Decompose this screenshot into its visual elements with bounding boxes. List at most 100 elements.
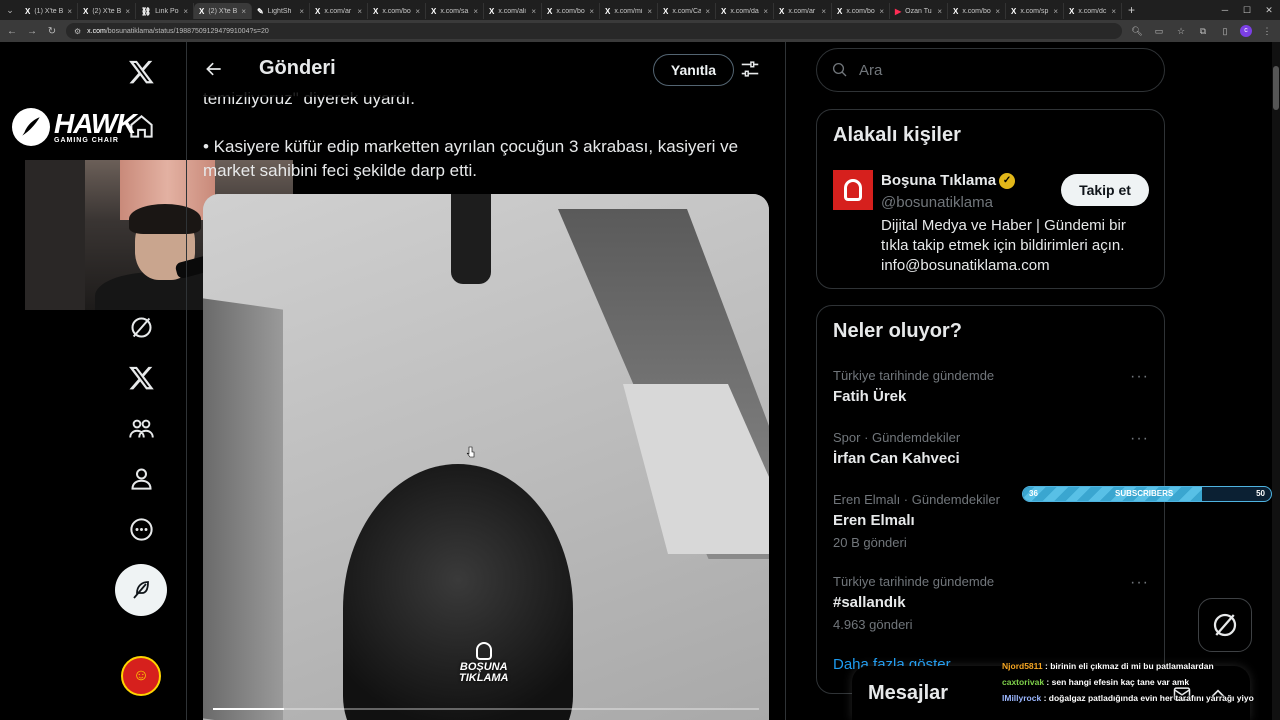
- post-text-line-3: market sahibini feci şekilde darp etti.: [203, 161, 478, 180]
- tab-close-icon[interactable]: ×: [531, 7, 536, 16]
- filter-sliders-icon[interactable]: [739, 58, 763, 82]
- more-icon[interactable]: [116, 504, 166, 554]
- close-window-icon[interactable]: ✕: [1258, 0, 1280, 20]
- post-video[interactable]: BOŞUNA TIKLAMA: [203, 194, 769, 720]
- back-nav-icon[interactable]: ←: [6, 26, 18, 37]
- tab-close-icon[interactable]: ×: [647, 7, 652, 16]
- tab-title: x.com/sa: [440, 7, 469, 15]
- browser-tab[interactable]: Xx.com/ar ×: [774, 3, 832, 19]
- x-icon: X: [547, 6, 553, 16]
- url-field[interactable]: ⚙ x.com/bosunatiklama/status/19887509129…: [66, 23, 1122, 39]
- minimize-icon[interactable]: ─: [1214, 0, 1236, 20]
- trends-title: Neler oluyor?: [833, 320, 962, 342]
- communities-icon[interactable]: [116, 403, 166, 453]
- x-logo-icon[interactable]: [116, 46, 166, 96]
- browser-tab[interactable]: Xx.com/bo ×: [368, 3, 426, 19]
- link-icon: ⛓: [141, 6, 152, 16]
- browser-tab[interactable]: Xx.com/sa ×: [426, 3, 484, 19]
- browser-tab[interactable]: Xx.com/bo ×: [542, 3, 600, 19]
- grok-floating-button[interactable]: [1198, 598, 1252, 652]
- zoom-icon[interactable]: 🔍︎: [1130, 26, 1144, 37]
- site-info-icon[interactable]: ⚙: [74, 27, 81, 36]
- forward-nav-icon[interactable]: →: [26, 26, 38, 37]
- trend-item[interactable]: Türkiye tarihinde gündemde #sallandık 4.96…: [833, 574, 1149, 632]
- browser-tab[interactable]: X (2) X'te B ×: [78, 3, 136, 19]
- tab-close-icon[interactable]: ×: [705, 7, 710, 16]
- trend-more-icon[interactable]: ···: [1130, 430, 1149, 448]
- scrollbar-thumb[interactable]: [1273, 66, 1279, 110]
- subscriber-goal: 50: [1256, 489, 1265, 498]
- related-avatar[interactable]: [833, 170, 873, 210]
- new-tab-icon[interactable]: +: [1122, 3, 1141, 17]
- tab-close-icon[interactable]: ×: [937, 7, 942, 16]
- trend-more-icon[interactable]: ···: [1130, 574, 1149, 592]
- tab-close-icon[interactable]: ×: [1053, 7, 1058, 16]
- browser-tab[interactable]: X (1) X'te B ×: [20, 3, 78, 19]
- video-progress-bar[interactable]: [213, 708, 759, 710]
- tab-close-icon[interactable]: ×: [125, 7, 130, 16]
- post-button[interactable]: [115, 564, 167, 616]
- tab-close-icon[interactable]: ×: [879, 7, 884, 16]
- maximize-icon[interactable]: ☐: [1236, 0, 1258, 20]
- chat-text: birinin eli çıkmaz di mi bu patlamalarda…: [1050, 661, 1214, 671]
- browser-tab[interactable]: Xx.com/mi ×: [600, 3, 658, 19]
- related-title: Alakalı kişiler: [833, 124, 961, 146]
- bookmark-star-icon[interactable]: ☆: [1174, 26, 1188, 37]
- browser-tab[interactable]: Xx.com/sp ×: [1006, 3, 1064, 19]
- browser-tab[interactable]: Xx.com/ali ×: [484, 3, 542, 19]
- tab-close-icon[interactable]: ×: [589, 7, 594, 16]
- extensions-icon[interactable]: ⧉: [1196, 26, 1210, 37]
- screen-cast-icon[interactable]: ▭: [1152, 26, 1166, 37]
- tab-title: (2) X'te B: [208, 7, 238, 15]
- tab-close-icon[interactable]: ×: [183, 7, 188, 16]
- browser-tab[interactable]: Xx.com/bo ×: [948, 3, 1006, 19]
- x-icon: X: [663, 6, 669, 16]
- tab-title: x.com/da: [730, 7, 759, 15]
- tab-close-icon[interactable]: ×: [821, 7, 826, 16]
- tab-close-icon[interactable]: ×: [299, 7, 304, 16]
- tab-search-icon[interactable]: ⌄: [0, 0, 20, 20]
- reload-icon[interactable]: ↻: [46, 26, 58, 37]
- chat-message: Njord5811 : birinin eli çıkmaz di mi bu …: [1002, 661, 1214, 671]
- tab-close-icon[interactable]: ×: [1111, 7, 1116, 16]
- trend-name: #sallandık: [833, 594, 906, 611]
- back-arrow-icon[interactable]: [201, 56, 227, 82]
- tab-close-icon[interactable]: ×: [995, 7, 1000, 16]
- reply-button[interactable]: Yanıtla: [653, 54, 734, 86]
- tab-close-icon[interactable]: ×: [357, 7, 362, 16]
- tab-close-icon[interactable]: ×: [473, 7, 478, 16]
- trend-item[interactable]: Spor · Gündemdekiler İrfan Can Kahveci ···: [833, 430, 1149, 467]
- premium-x-icon[interactable]: [116, 352, 166, 402]
- trend-item[interactable]: Türkiye tarihinde gündemde Fatih Ürek ···: [833, 368, 1149, 405]
- trend-more-icon[interactable]: ···: [1130, 368, 1149, 386]
- tab-close-icon[interactable]: ×: [763, 7, 768, 16]
- profile-icon[interactable]: [116, 453, 166, 503]
- account-avatar[interactable]: ☺: [121, 656, 161, 696]
- browser-tab[interactable]: X (2) X'te B ×: [194, 3, 252, 19]
- page-scrollbar[interactable]: [1272, 42, 1280, 720]
- tab-close-icon[interactable]: ×: [67, 7, 72, 16]
- follow-button[interactable]: Takip et: [1061, 174, 1149, 206]
- related-name-row[interactable]: Boşuna Tıklama ✓: [881, 172, 1016, 189]
- tab-close-icon[interactable]: ×: [241, 7, 246, 16]
- tab-title: x.com/Ca: [672, 7, 702, 15]
- browser-tab[interactable]: Xx.com/da ×: [716, 3, 774, 19]
- tab-title: x.com/bo: [846, 7, 875, 15]
- verified-badge-icon: ✓: [999, 172, 1016, 189]
- browser-tab[interactable]: Xx.com/dc ×: [1064, 3, 1122, 19]
- browser-tab[interactable]: ▶ Ozan Tu ×: [890, 3, 948, 19]
- browser-tab[interactable]: ⛓Link Polis ×: [136, 3, 194, 19]
- browser-tab[interactable]: Xx.com/ar ×: [310, 3, 368, 19]
- tab-close-icon[interactable]: ×: [415, 7, 420, 16]
- related-handle[interactable]: @bosunatiklama: [881, 194, 993, 211]
- x-icon: X: [431, 6, 437, 16]
- search-input[interactable]: Ara: [816, 48, 1165, 92]
- browser-tab[interactable]: Xx.com/bo ×: [832, 3, 890, 19]
- profile-extension-icon[interactable]: c: [1240, 25, 1252, 37]
- browser-menu-icon[interactable]: ⋮: [1260, 26, 1274, 37]
- browser-tab[interactable]: Xx.com/Ca ×: [658, 3, 716, 19]
- related-name: Boşuna Tıklama: [881, 172, 997, 189]
- sidebar-icon[interactable]: ▯: [1218, 26, 1232, 37]
- browser-tab[interactable]: ✎ LightSh ×: [252, 3, 310, 19]
- trend-context: Türkiye tarihinde gündemde: [833, 574, 995, 589]
